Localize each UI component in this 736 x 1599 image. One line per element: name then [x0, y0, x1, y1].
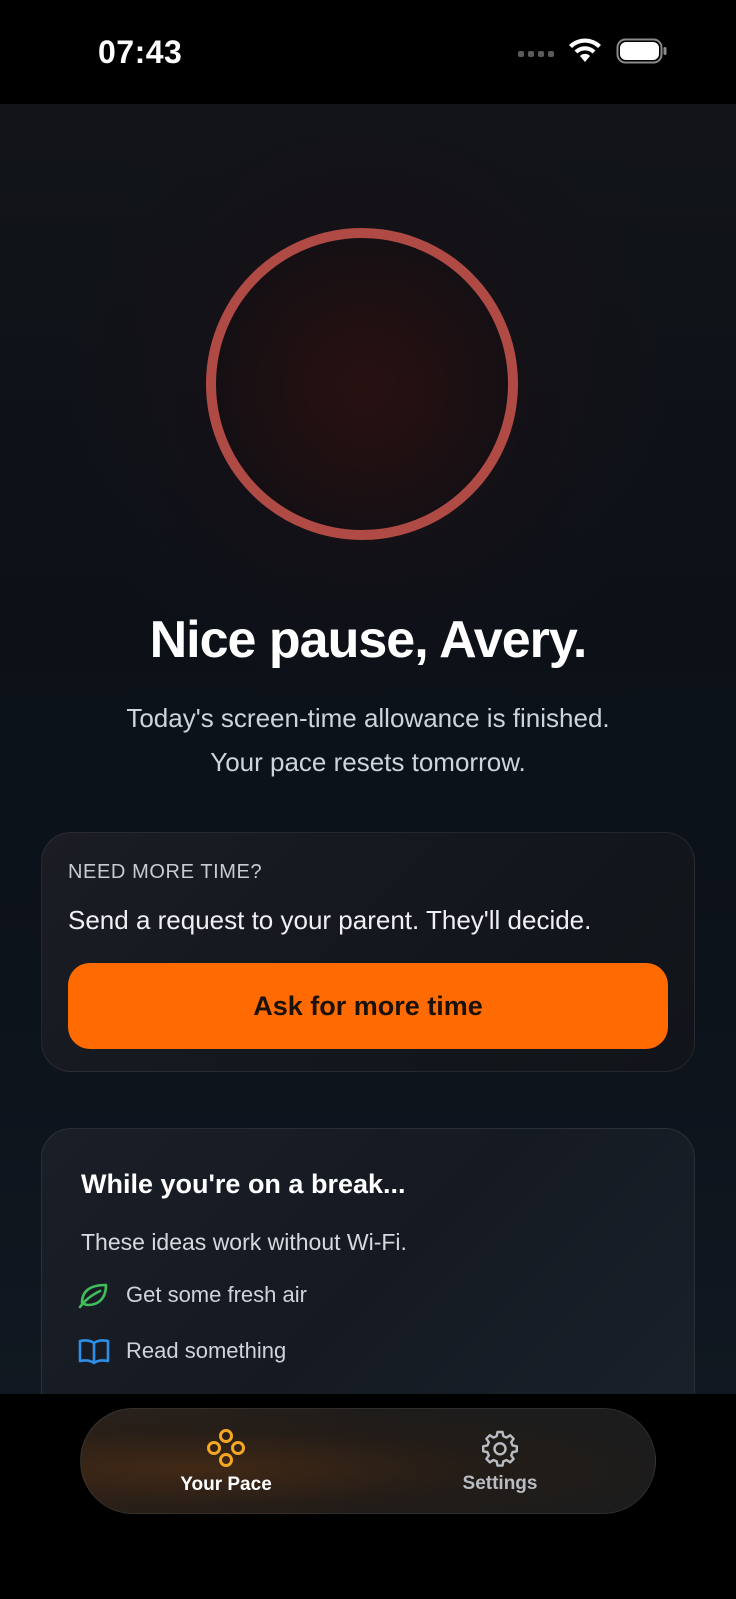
leaf-icon [78, 1283, 108, 1309]
tab-bar: Your Pace Settings [80, 1408, 656, 1514]
tab-label: Your Pace [180, 1474, 272, 1495]
page-title: Nice pause, Avery. [149, 611, 588, 669]
card-eyebrow: NEED MORE TIME? [68, 861, 263, 883]
tab-label: Settings [462, 1473, 538, 1494]
break-card-title: While you're on a break... [81, 1169, 406, 1199]
book-icon [78, 1339, 110, 1365]
break-card-subtitle: These ideas work without Wi-Fi. [81, 1229, 407, 1255]
status-time: 07:43 [98, 34, 183, 70]
tab-your-pace[interactable]: Your Pace [151, 1409, 301, 1515]
idea-label: Get some fresh air [126, 1282, 307, 1307]
status-message: Today's screen-time allowance is finishe… [126, 703, 610, 777]
break-ideas-card: While you're on a break... These ideas w… [41, 1128, 695, 1394]
ask-for-more-time-button[interactable]: Ask for more time [68, 963, 668, 1049]
status-indicators [518, 38, 668, 64]
card-description: Send a request to your parent. They'll d… [68, 905, 592, 935]
request-time-card: NEED MORE TIME? Send a request to your p… [41, 832, 695, 1072]
tab-settings[interactable]: Settings [425, 1409, 575, 1515]
list-item: Read something [78, 1337, 286, 1365]
pace-icon [207, 1429, 245, 1467]
cellular-signal-icon [518, 51, 554, 57]
pace-ring [206, 228, 518, 540]
gear-icon [482, 1430, 518, 1467]
status-bar: 07:43 [0, 0, 736, 104]
wifi-icon [569, 38, 601, 62]
main-content[interactable]: Nice pause, Avery. Today's screen-time a… [0, 104, 736, 1394]
idea-label: Read something [126, 1338, 287, 1363]
battery-icon [616, 38, 667, 64]
list-item: Get some fresh air [78, 1281, 307, 1309]
